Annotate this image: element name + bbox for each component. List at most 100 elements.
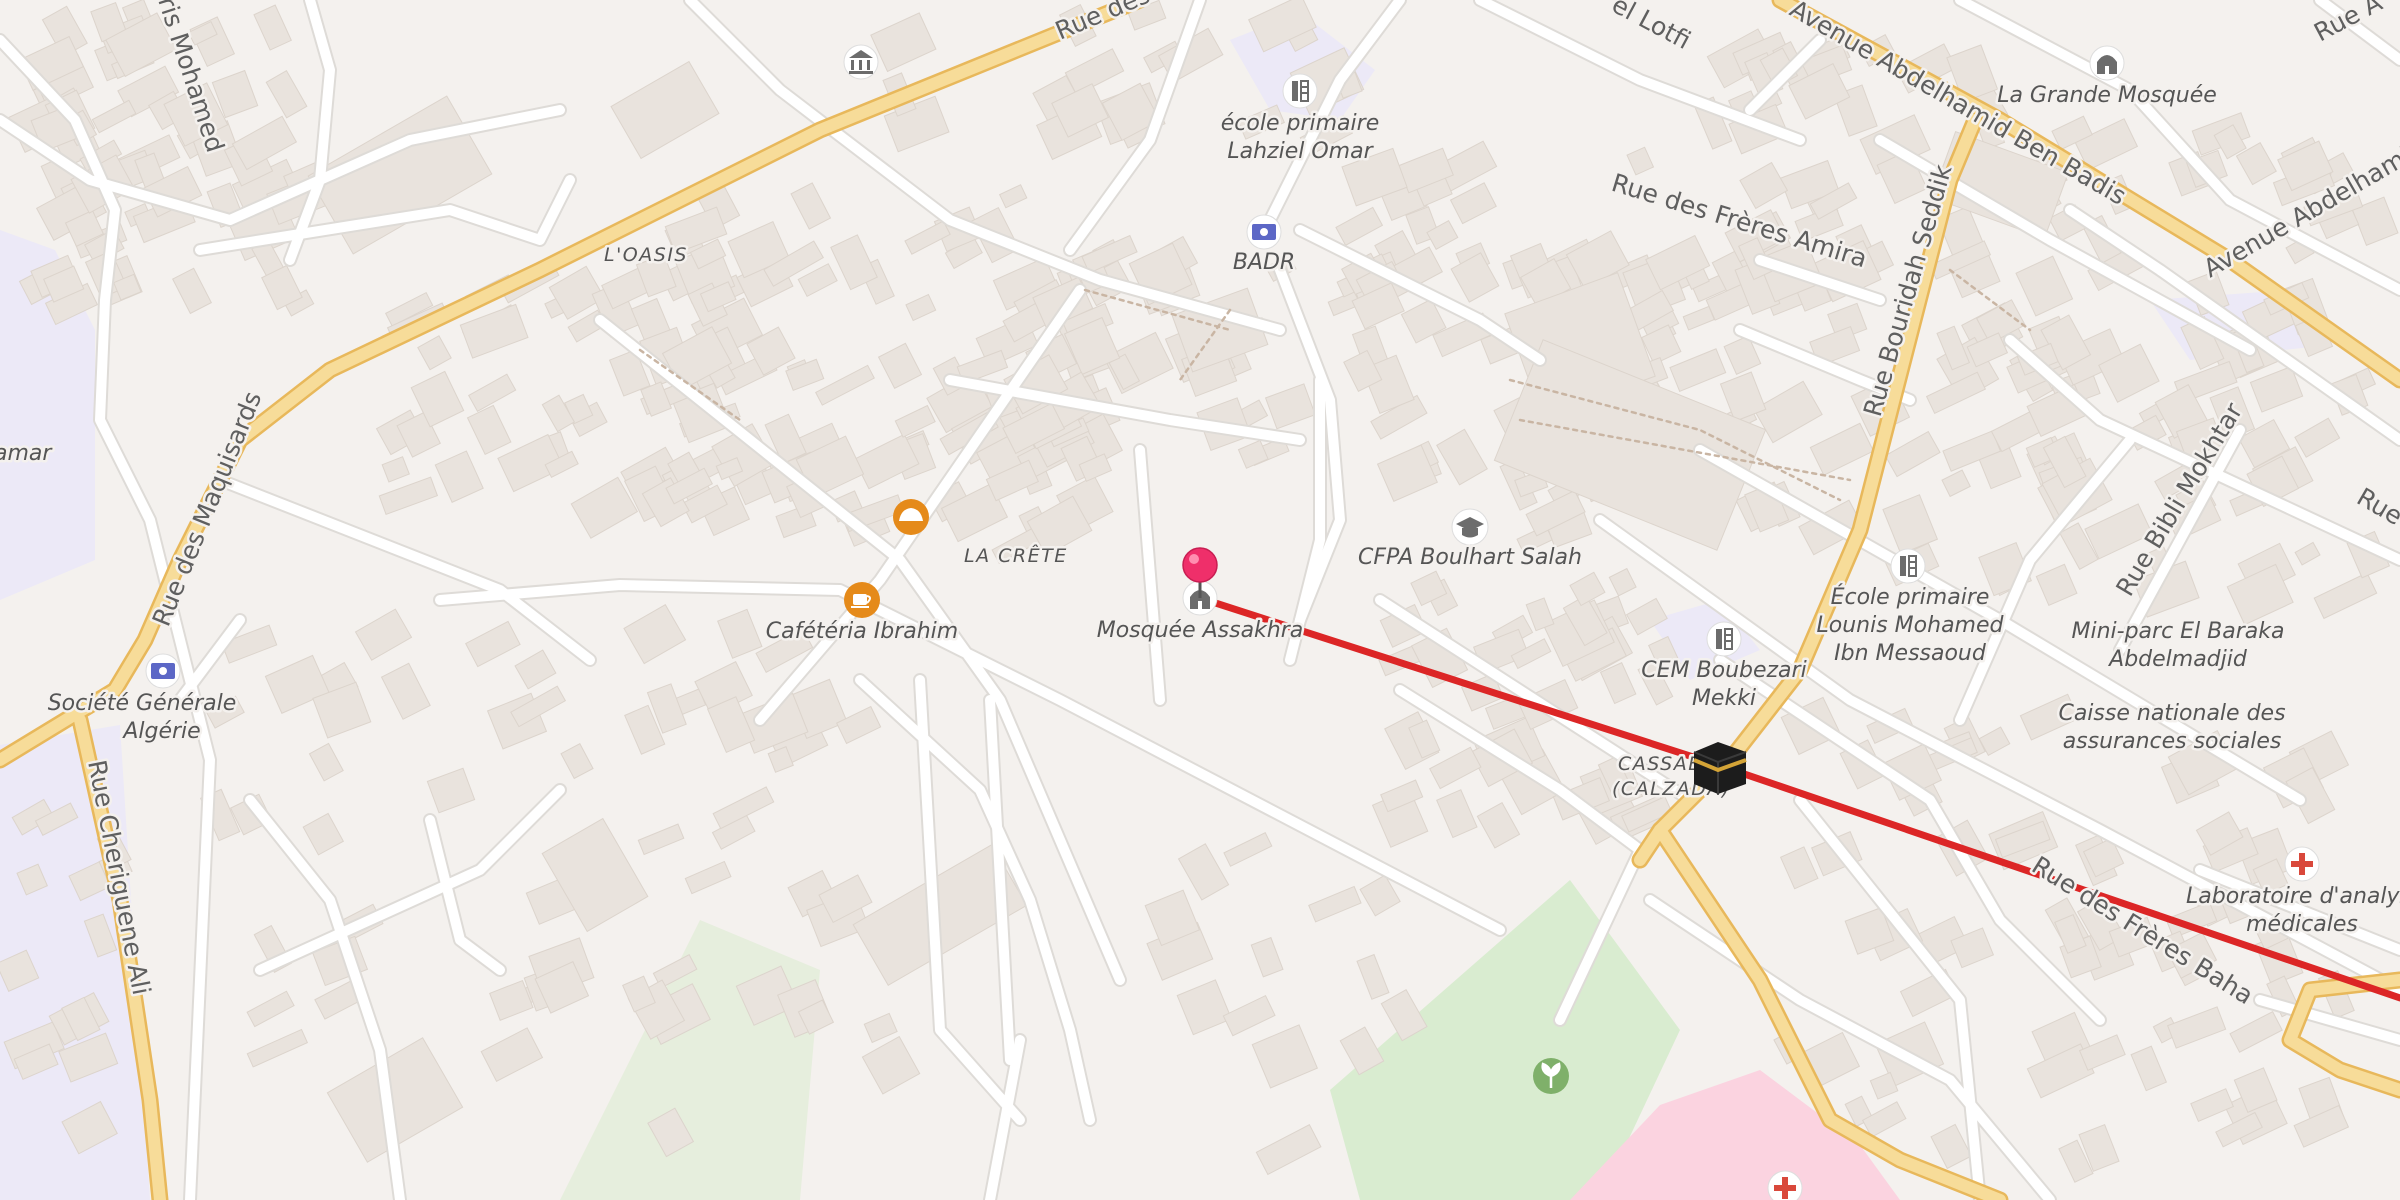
building [1626,146,1655,176]
building [623,603,687,665]
building [1941,469,1971,498]
poi-label: Lounis Mohamed [1817,613,2005,638]
building [1669,348,1727,393]
building [1739,161,1789,210]
building [1930,1123,1973,1170]
museum-icon[interactable] [843,44,879,80]
building [1251,1024,1318,1089]
poi-label: école primaire [1221,111,1379,136]
building [380,662,431,720]
building [2015,255,2074,317]
building [489,979,534,1021]
building [717,608,763,659]
building [684,860,732,895]
neighborhood-label: LA CRÊTE [964,544,1068,567]
building [2167,1006,2227,1049]
building [904,220,951,255]
building [2313,572,2378,620]
building [381,456,410,483]
building [378,476,439,516]
poi-label: CFPA Boulhart Salah [1358,545,1582,570]
poi-label: Lahziel Omar [1227,139,1374,164]
poi-label: Algérie [121,719,200,744]
poi-mosque-la-grande[interactable]: La Grande Mosquée [1995,45,2219,111]
building [172,267,213,315]
building [1884,430,1941,478]
neighborhood-label: CASSAB [1618,753,1703,775]
poi-label: CEM Boubezari [1641,658,1806,683]
street-label: Rue des Maquisards [147,387,268,630]
building [1599,662,1637,705]
poi-label: Mini-parc El Baraka [2072,619,2285,644]
building [2229,1010,2283,1053]
poi-label: Ibn Messaoud [1834,641,1987,666]
building [417,335,452,371]
poi-label: médicales [2246,912,2358,937]
poi-mini-parc-el-baraka[interactable]: Mini-parc El Baraka Abdelmadjid [2069,617,2287,675]
bank-icon [151,663,175,679]
building [1222,994,1276,1037]
bakery-icon[interactable] [893,499,929,535]
building [480,1027,544,1082]
building [870,12,937,73]
kaaba-icon[interactable] [1693,742,1747,794]
building [253,4,292,51]
building [637,823,685,856]
building [246,990,295,1028]
building [2190,1088,2234,1123]
building [863,1012,898,1044]
building [1449,182,1497,225]
building [302,812,345,856]
building [1177,843,1230,901]
building [354,608,413,661]
poi-label: Mekki [1692,686,1756,711]
poi-label: La Grande Mosquée [1997,83,2217,108]
street-label: el Lotfi [1607,0,1695,55]
building [2035,563,2078,607]
poi-label: Mosquée Assakhra [1097,618,1304,643]
building [1264,383,1316,430]
poi-label: Société Générale [48,691,237,716]
building [2294,541,2321,566]
poi-label: Caisse nationale des [2058,701,2285,726]
map-view[interactable]: Rue des Maquisards Rue des Rue Cheriguen… [0,0,2400,1200]
building [1436,789,1478,839]
building [2054,914,2087,954]
building [560,742,594,780]
building [1608,567,1637,597]
building [1476,802,1521,849]
medical-cross-icon[interactable] [1767,1170,1803,1200]
building [434,450,484,503]
building [610,60,720,160]
building [1237,439,1269,469]
poi-label: Cafétéria Ibrahim [766,619,958,644]
building [1569,571,1606,607]
building [815,364,875,406]
building [1223,831,1273,867]
building [1861,1101,1907,1138]
building [246,1028,309,1068]
building [790,182,832,230]
garden-icon[interactable] [1533,1058,1569,1094]
poi-label: Laboratoire d'analyse [2186,884,2400,909]
building [1308,885,1362,923]
neighborhood-label: L'OASIS [604,244,688,266]
poi-label: Abdelmadjid [2107,647,2248,672]
poi-bank-badr[interactable]: BADR [1230,214,1298,278]
building [426,767,476,814]
building [91,99,137,134]
building [308,742,344,782]
building [1779,846,1819,890]
building [514,649,557,690]
poi-label: amar [0,441,53,466]
building [465,620,521,668]
building [1255,1124,1322,1176]
building [1176,979,1233,1036]
building [265,70,308,119]
building [1682,305,1715,331]
map-canvas[interactable]: Rue des Maquisards Rue des Rue Cheriguen… [0,0,2400,1200]
building [785,358,825,391]
poi-label: assurances sociales [2063,729,2282,754]
street-label: Rue [2352,482,2400,531]
building [998,184,1028,209]
